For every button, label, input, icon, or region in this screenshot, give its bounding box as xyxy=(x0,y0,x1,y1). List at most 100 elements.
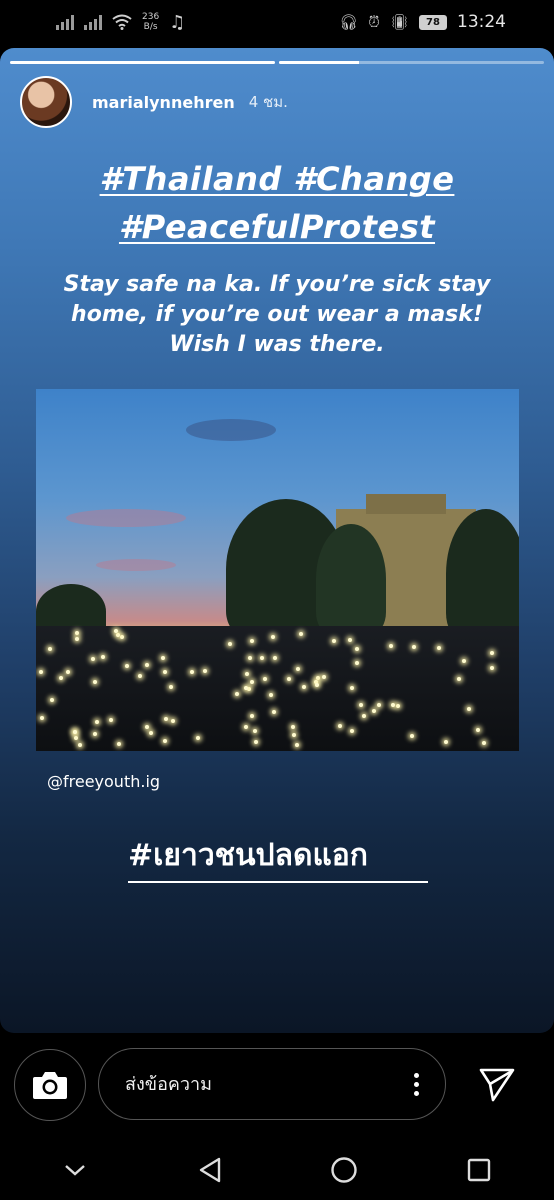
phone-light xyxy=(117,742,121,746)
more-vertical-icon[interactable] xyxy=(411,1072,421,1096)
recent-square-icon xyxy=(467,1158,491,1182)
phone-light xyxy=(196,736,200,740)
phone-light xyxy=(457,677,461,681)
phone-light xyxy=(302,685,306,689)
wifi-icon xyxy=(112,14,132,30)
phone-light xyxy=(91,657,95,661)
story-caption: Stay safe na ka. If you’re sick stay hom… xyxy=(63,272,491,357)
phone-light xyxy=(101,655,105,659)
signal-icon-2 xyxy=(84,14,102,30)
phone-light xyxy=(490,651,494,655)
send-icon[interactable] xyxy=(478,1066,516,1102)
story-progress xyxy=(10,61,544,64)
phone-light xyxy=(299,632,303,636)
phone-light xyxy=(244,686,248,690)
phone-light xyxy=(295,743,299,747)
phone-light xyxy=(355,647,359,651)
phone-light xyxy=(171,719,175,723)
phone-light xyxy=(163,670,167,674)
avatar[interactable] xyxy=(20,76,72,128)
phone-light xyxy=(40,716,44,720)
phone-light xyxy=(250,714,254,718)
hashtag-line-2: #PeacefulProtest xyxy=(0,208,554,246)
phone-light xyxy=(412,645,416,649)
phone-light xyxy=(116,633,120,637)
phone-light xyxy=(269,693,273,697)
navigation-bar xyxy=(0,1140,554,1200)
nav-recent-button[interactable] xyxy=(464,1155,494,1185)
message-input[interactable] xyxy=(123,1072,411,1096)
phone-light xyxy=(163,739,167,743)
photo-credit[interactable]: @freeyouth.ig xyxy=(47,772,160,791)
nav-home-button[interactable] xyxy=(329,1155,359,1185)
phone-light xyxy=(93,732,97,736)
phone-light xyxy=(78,743,82,747)
battery-icon: 78 xyxy=(419,14,447,30)
phone-light xyxy=(359,703,363,707)
vibrate-icon: 📳︎ xyxy=(389,13,409,31)
phone-light xyxy=(292,733,296,737)
phone-light xyxy=(245,672,249,676)
phone-light xyxy=(254,740,258,744)
progress-fill xyxy=(279,61,359,64)
story-card[interactable]: marialynnehren 4 ชม. #Thailand #Change #… xyxy=(0,48,554,1033)
phone-light xyxy=(315,683,319,687)
phone-light xyxy=(244,725,248,729)
phone-light xyxy=(476,728,480,732)
phone-light xyxy=(169,685,173,689)
phone-light xyxy=(396,704,400,708)
progress-segment xyxy=(10,61,275,64)
phone-light xyxy=(350,729,354,733)
thai-hashtag[interactable]: #เยาวชนปลดแอก xyxy=(128,832,428,883)
music-note-icon: ♫ xyxy=(169,11,186,33)
network-speed-unit: B/s xyxy=(143,22,158,32)
hashtag-line-1-text[interactable]: #Thailand #Change xyxy=(100,160,455,198)
phone-light xyxy=(190,670,194,674)
hashtag-line-2-text[interactable]: #PeacefulProtest xyxy=(119,208,435,246)
progress-segment xyxy=(279,61,544,64)
phone-light xyxy=(253,729,257,733)
phone-light xyxy=(145,725,149,729)
phone-light xyxy=(248,656,252,660)
phone-light xyxy=(362,714,366,718)
nav-back-button[interactable] xyxy=(195,1155,225,1185)
phone-light xyxy=(272,710,276,714)
camera-icon xyxy=(33,1072,67,1099)
phone-light xyxy=(228,642,232,646)
phone-light xyxy=(287,677,291,681)
phone-light xyxy=(462,659,466,663)
camera-button[interactable] xyxy=(14,1049,86,1121)
phone-light xyxy=(59,676,63,680)
phone-light xyxy=(93,680,97,684)
phone-light xyxy=(66,670,70,674)
phone-light xyxy=(138,674,142,678)
hashtag-line-1: #Thailand #Change xyxy=(0,160,554,198)
progress-fill xyxy=(10,61,275,64)
phone-light xyxy=(109,718,113,722)
message-reply-box[interactable] xyxy=(98,1048,446,1120)
phone-light xyxy=(296,667,300,671)
phone-light xyxy=(203,669,207,673)
phone-light xyxy=(263,677,267,681)
network-speed: 236 B/s xyxy=(142,12,159,32)
crowd xyxy=(36,626,519,751)
phone-light xyxy=(338,724,342,728)
phone-light xyxy=(271,635,275,639)
signal-icon xyxy=(56,14,74,30)
phone-light xyxy=(250,680,254,684)
clock: 13:24 xyxy=(457,12,506,32)
phone-light xyxy=(355,661,359,665)
phone-light xyxy=(291,725,295,729)
phone-light xyxy=(125,664,129,668)
phone-light xyxy=(95,720,99,724)
phone-light xyxy=(250,639,254,643)
nav-collapse-button[interactable] xyxy=(60,1155,90,1185)
phone-light xyxy=(490,666,494,670)
phone-light xyxy=(332,639,336,643)
phone-light xyxy=(482,741,486,745)
phone-light xyxy=(372,709,376,713)
phone-light xyxy=(444,740,448,744)
username[interactable]: marialynnehren xyxy=(92,93,235,112)
phone-light xyxy=(389,644,393,648)
phone-light xyxy=(348,638,352,642)
